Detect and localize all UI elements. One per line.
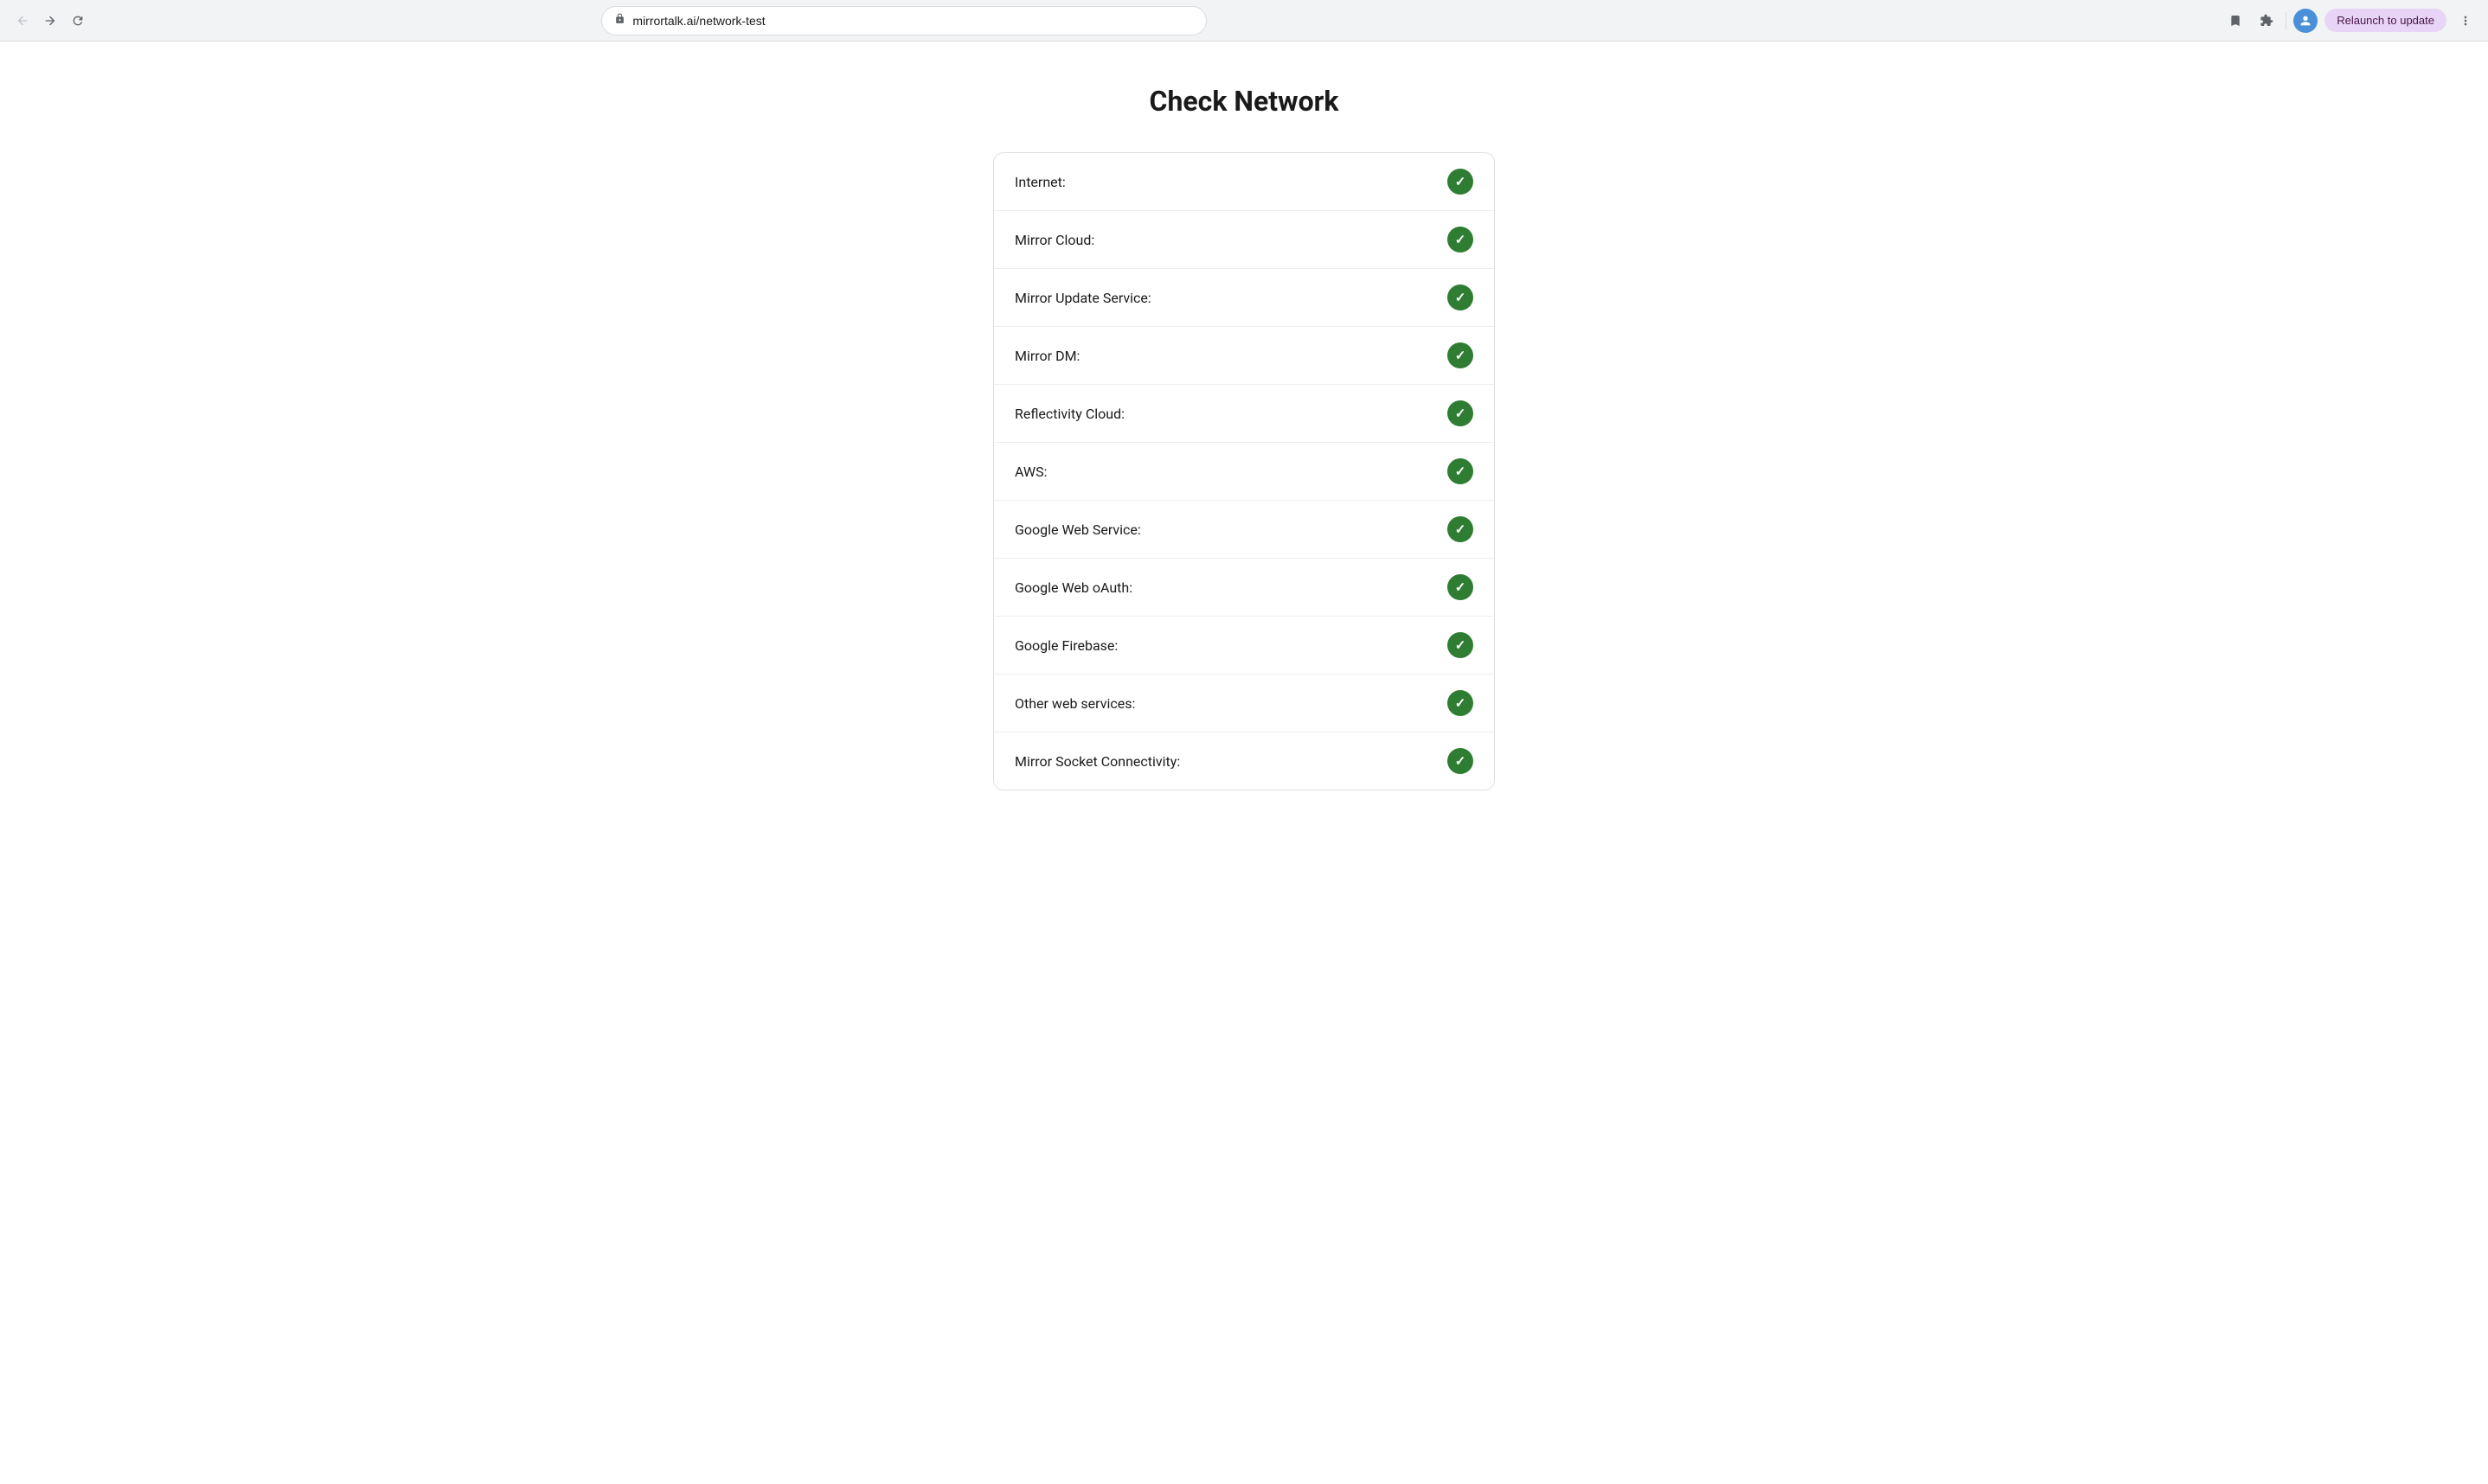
check-icon-reflectivity-cloud [1447,400,1473,426]
page-title: Check Network [17,85,2471,118]
network-item-google-firebase: Google Firebase: [994,617,1494,675]
check-icon-mirror-cloud [1447,227,1473,253]
network-label-google-web-oauth: Google Web oAuth: [1015,579,1132,596]
toolbar-right: Relaunch to update [2223,9,2478,33]
network-item-google-web-service: Google Web Service: [994,501,1494,559]
network-label-mirror-dm: Mirror DM: [1015,348,1080,364]
nav-buttons [10,9,90,33]
network-list: Internet: Mirror Cloud: Mirror Update Serv… [993,152,1495,790]
check-icon-google-firebase [1447,632,1473,658]
network-item-other-web-services: Other web services: [994,675,1494,732]
network-label-mirror-update-service: Mirror Update Service: [1015,290,1151,306]
check-icon-internet [1447,169,1473,195]
address-bar[interactable] [601,6,1207,35]
check-icon-mirror-socket-connectivity [1447,748,1473,774]
network-label-other-web-services: Other web services: [1015,695,1135,712]
chrome-menu-button[interactable] [2453,9,2478,33]
network-label-internet: Internet: [1015,174,1066,190]
network-item-mirror-cloud: Mirror Cloud: [994,211,1494,269]
extensions-button[interactable] [2254,9,2279,33]
network-label-google-firebase: Google Firebase: [1015,637,1118,654]
network-item-internet: Internet: [994,153,1494,211]
network-item-mirror-socket-connectivity: Mirror Socket Connectivity: [994,732,1494,790]
network-item-google-web-oauth: Google Web oAuth: [994,559,1494,617]
network-item-mirror-update-service: Mirror Update Service: [994,269,1494,327]
network-item-aws: AWS: [994,443,1494,501]
check-icon-other-web-services [1447,690,1473,716]
reload-button[interactable] [66,9,90,33]
back-button[interactable] [10,9,35,33]
network-label-reflectivity-cloud: Reflectivity Cloud: [1015,406,1125,422]
relaunch-button[interactable]: Relaunch to update [2324,9,2446,32]
network-item-mirror-dm: Mirror DM: [994,327,1494,385]
check-icon-mirror-dm [1447,342,1473,368]
bookmark-button[interactable] [2223,9,2248,33]
lock-icon [614,13,625,28]
network-item-reflectivity-cloud: Reflectivity Cloud: [994,385,1494,443]
network-label-mirror-cloud: Mirror Cloud: [1015,232,1094,248]
check-icon-google-web-oauth [1447,574,1473,600]
page-content: Check Network Internet: Mirror Cloud: Mirr… [0,42,2488,1484]
network-label-aws: AWS: [1015,464,1047,480]
url-input[interactable] [632,14,1194,28]
forward-button[interactable] [38,9,62,33]
check-icon-mirror-update-service [1447,285,1473,310]
network-label-google-web-service: Google Web Service: [1015,521,1141,538]
check-icon-google-web-service [1447,516,1473,542]
avatar[interactable] [2293,9,2318,33]
network-label-mirror-socket-connectivity: Mirror Socket Connectivity: [1015,753,1180,770]
browser-toolbar: Relaunch to update [0,0,2488,42]
check-icon-aws [1447,458,1473,484]
